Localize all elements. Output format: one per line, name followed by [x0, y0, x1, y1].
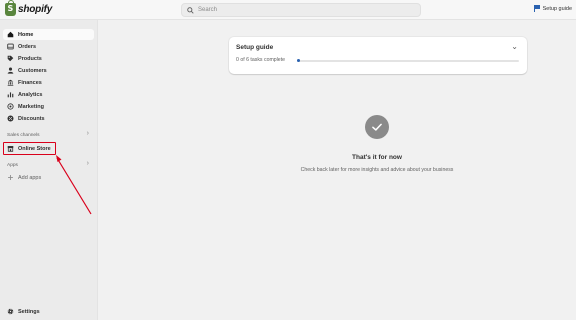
sidebar-item-discounts[interactable]: Discounts: [3, 113, 94, 124]
sidebar-item-label: Settings: [18, 308, 40, 315]
sidebar-item-label: Finances: [18, 79, 42, 86]
gear-icon: [7, 308, 14, 315]
inbox-icon: [7, 43, 14, 50]
sidebar-item-label: Add apps: [18, 174, 42, 181]
setup-progress-text: 0 of 6 tasks complete: [236, 57, 286, 63]
setup-guide-button[interactable]: Setup guide: [533, 5, 572, 12]
chevron-down-icon[interactable]: ⌄: [511, 42, 518, 51]
search-icon: [187, 6, 194, 14]
sales-channels-label: Sales channels: [7, 133, 40, 138]
home-icon: [7, 31, 14, 38]
sidebar-item-label: Discounts: [18, 115, 45, 122]
search-placeholder: Search: [198, 7, 218, 13]
sidebar-item-marketing[interactable]: Marketing: [3, 101, 94, 112]
annotation-highlight-box: [3, 142, 56, 155]
setup-guide-label: Setup guide: [542, 5, 572, 12]
sidebar-item-settings[interactable]: Settings: [3, 306, 94, 317]
top-bar: shopify Search Setup guide: [0, 0, 576, 20]
shopify-bag-icon: [5, 0, 16, 16]
sidebar-item-label: Products: [18, 55, 42, 62]
sales-channels-chevron-icon[interactable]: ›: [87, 130, 89, 137]
sidebar-item-label: Orders: [18, 43, 37, 50]
plus-icon: [7, 174, 14, 181]
empty-state-title: That's it for now: [352, 154, 402, 161]
setup-progress-bar: [297, 60, 519, 62]
sidebar-item-orders[interactable]: Orders: [3, 41, 94, 52]
sidebar-item-customers[interactable]: Customers: [3, 65, 94, 76]
sidebar-item-finances[interactable]: Finances: [3, 77, 94, 88]
shopify-logo[interactable]: shopify: [5, 0, 53, 16]
sidebar-item-label: Customers: [18, 67, 47, 74]
sidebar-item-label: Home: [18, 31, 34, 38]
target-icon: [7, 103, 14, 110]
setup-progress-indicator: [297, 59, 300, 62]
sidebar-item-label: Analytics: [18, 91, 43, 98]
check-circle-icon: [365, 115, 389, 139]
flag-icon: [533, 5, 540, 12]
bank-icon: [7, 79, 14, 86]
brand-name: shopify: [18, 4, 53, 15]
setup-guide-title: Setup guide: [236, 44, 274, 51]
sidebar-item-analytics[interactable]: Analytics: [3, 89, 94, 100]
sidebar-item-home[interactable]: Home: [3, 29, 94, 40]
sidebar-item-products[interactable]: Products: [3, 53, 94, 64]
apps-label: Apps: [7, 163, 18, 168]
empty-state-subtitle: Check back later for more insights and a…: [300, 167, 454, 173]
search-input[interactable]: Search: [181, 3, 421, 17]
sidebar-item-label: Marketing: [18, 103, 44, 110]
setup-guide-card: Setup guide ⌄ 0 of 6 tasks complete: [229, 37, 527, 74]
tag-icon: [7, 55, 14, 62]
discount-icon: [7, 115, 14, 122]
bar-chart-icon: [7, 91, 14, 98]
annotation-arrow: [56, 155, 92, 215]
person-icon: [7, 67, 14, 74]
